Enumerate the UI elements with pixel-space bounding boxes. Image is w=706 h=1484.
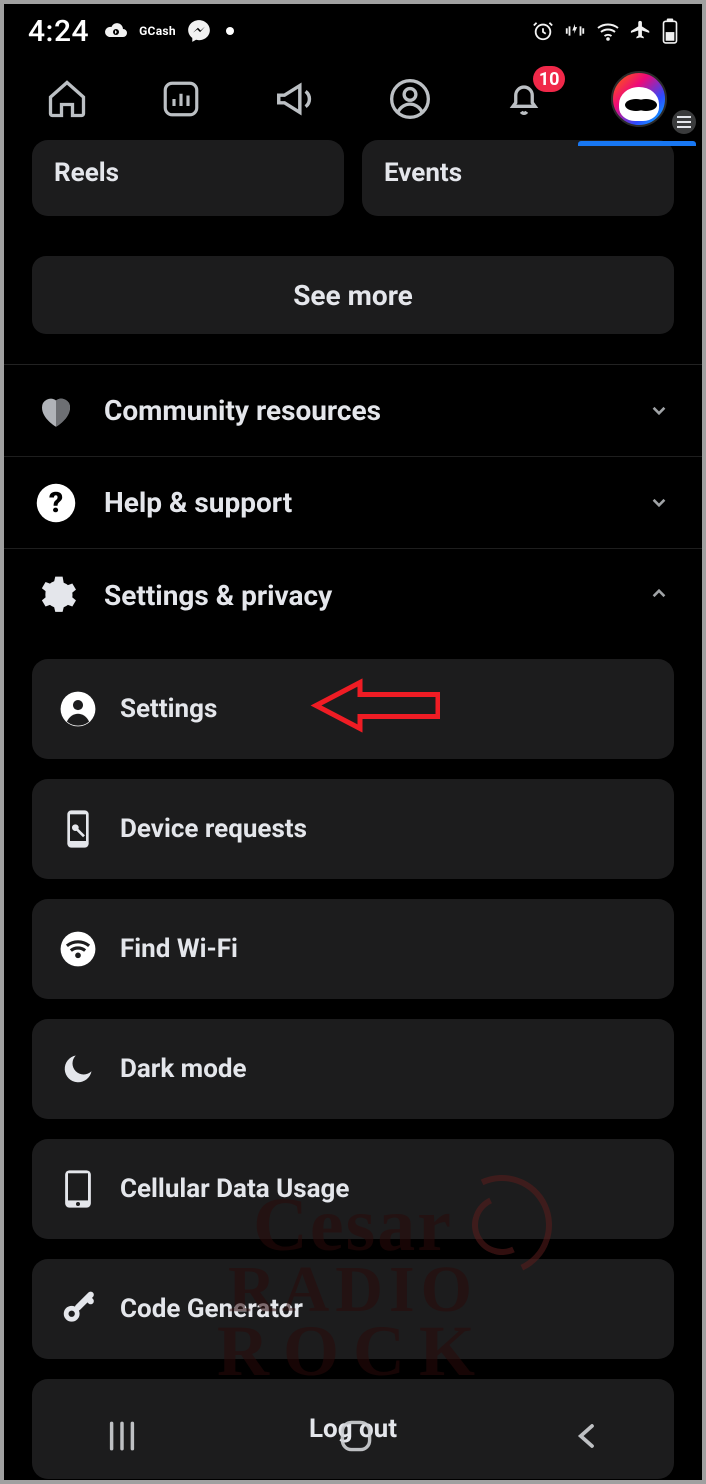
item-dark-mode[interactable]: Dark mode [32, 1019, 674, 1119]
help-icon: ? [32, 482, 80, 524]
item-label: Code Generator [120, 1294, 303, 1324]
active-tab-indicator [578, 141, 696, 146]
notification-badge: 10 [533, 66, 566, 92]
see-more-label: See more [293, 279, 413, 312]
section-help-support[interactable]: ? Help & support [4, 457, 702, 549]
item-label: Device requests [120, 814, 307, 844]
chevron-up-icon [646, 581, 674, 609]
item-settings[interactable]: Settings [32, 659, 674, 759]
handshake-icon [32, 390, 80, 432]
svg-text:?: ? [49, 485, 63, 518]
shortcut-label: Events [384, 158, 462, 188]
messenger-icon [186, 18, 212, 44]
key-icon [58, 1290, 98, 1328]
section-label: Settings & privacy [104, 579, 332, 612]
section-community-resources[interactable]: Community resources [4, 365, 702, 457]
vibrate-icon [564, 20, 586, 42]
shortcut-reels[interactable]: Reels [32, 140, 344, 216]
item-cellular-data[interactable]: Cellular Data Usage [32, 1139, 674, 1239]
moon-icon [58, 1051, 98, 1087]
person-circle-icon [58, 690, 98, 728]
gear-icon [32, 573, 80, 617]
cloud-icon [103, 21, 129, 41]
item-label: Find Wi-Fi [120, 934, 238, 964]
phone-key-icon [58, 809, 98, 849]
device-icon [58, 1169, 98, 1209]
recents-button[interactable] [104, 1421, 140, 1455]
item-device-requests[interactable]: Device requests [32, 779, 674, 879]
shortcut-label: Reels [54, 158, 119, 188]
battery-icon [662, 18, 678, 44]
top-nav: 10 [4, 58, 702, 140]
section-settings-privacy[interactable]: Settings & privacy [4, 549, 702, 641]
system-nav-bar [4, 1396, 702, 1480]
home-button[interactable] [339, 1419, 373, 1457]
tab-notifications[interactable]: 10 [469, 64, 579, 134]
tab-menu[interactable] [584, 64, 694, 134]
section-label: Community resources [104, 394, 381, 427]
chevron-down-icon [646, 489, 674, 517]
status-bar: 4:24 GCash [4, 4, 702, 58]
tab-ads[interactable] [241, 64, 351, 134]
airplane-icon [630, 20, 652, 42]
item-find-wifi[interactable]: Find Wi-Fi [32, 899, 674, 999]
item-code-generator[interactable]: Code Generator [32, 1259, 674, 1359]
wifi-circle-icon [58, 930, 98, 968]
chevron-down-icon [646, 397, 674, 425]
more-notifications-dot [226, 27, 234, 35]
clock: 4:24 [28, 14, 89, 49]
item-label: Dark mode [120, 1054, 247, 1084]
hamburger-icon [670, 108, 698, 136]
alarm-icon [532, 20, 554, 42]
section-label: Help & support [104, 486, 292, 519]
see-more-button[interactable]: See more [32, 256, 674, 334]
gcash-label: GCash [139, 24, 176, 38]
back-button[interactable] [572, 1421, 602, 1455]
avatar [611, 71, 667, 127]
annotation-arrow [310, 679, 440, 740]
tab-home[interactable] [12, 64, 122, 134]
shortcut-events[interactable]: Events [362, 140, 674, 216]
tab-professional[interactable] [126, 64, 236, 134]
item-label: Cellular Data Usage [120, 1174, 349, 1204]
tab-profile[interactable] [355, 64, 465, 134]
wifi-icon [596, 21, 620, 41]
item-label: Settings [120, 694, 217, 724]
